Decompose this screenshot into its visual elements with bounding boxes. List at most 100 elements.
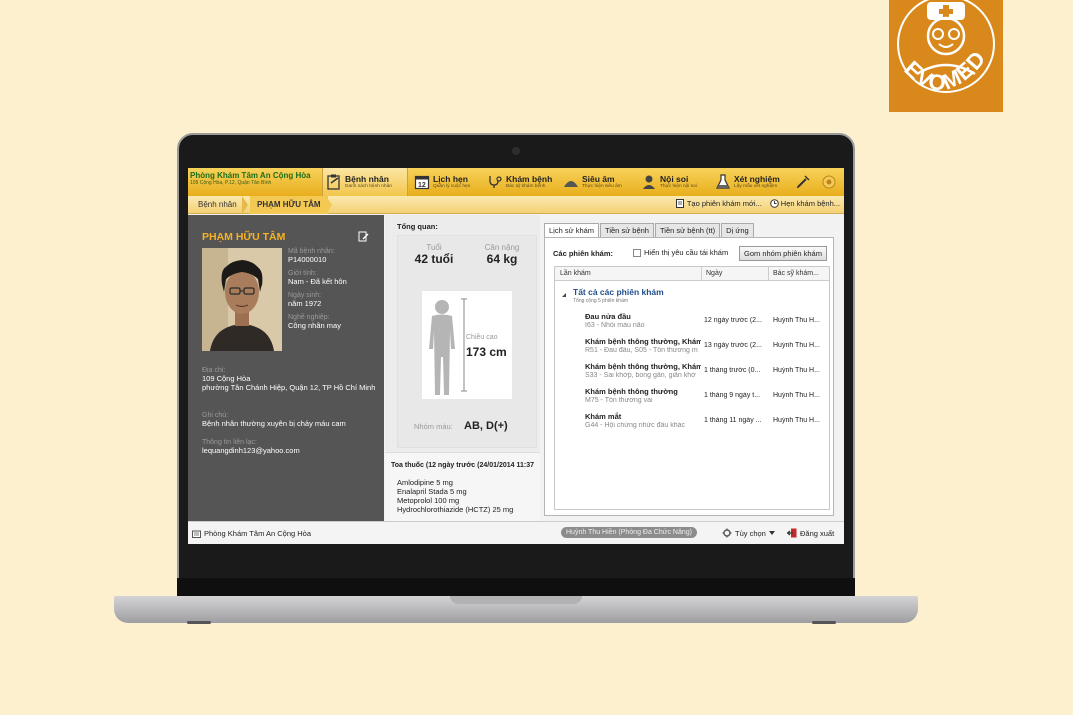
visit-title: Khám bệnh thông thường bbox=[585, 387, 678, 396]
logout-button[interactable]: Đăng xuất bbox=[787, 528, 834, 538]
grid-header: Lần khám Ngày Bác sỹ khám... bbox=[555, 267, 829, 281]
table-row[interactable]: Đau nửa đầu I63 - Nhồi máu não 12 ngày t… bbox=[555, 312, 829, 336]
new-session-button[interactable]: Tạo phiên khám mới... bbox=[675, 199, 762, 208]
tab-medical-history-cont[interactable]: Tiền sử bệnh (tt) bbox=[654, 223, 721, 238]
nav-appointments[interactable]: 12 Lịch hẹn Quản lý cuộc hẹn bbox=[411, 168, 481, 196]
group-subtitle: Tổng cộng 5 phiên khám bbox=[573, 298, 629, 304]
edit-icon[interactable] bbox=[358, 231, 369, 244]
laptop-notch bbox=[450, 596, 582, 604]
svg-text:12: 12 bbox=[418, 182, 426, 189]
new-session-label: Tạo phiên khám mới... bbox=[686, 199, 762, 208]
nav-endoscopy[interactable]: Nội soi Thực hiện nội soi bbox=[638, 168, 708, 196]
patient-contact[interactable]: lequangdinh123@yahoo.com bbox=[202, 446, 378, 455]
nav-sublabel: Danh sách bệnh nhân bbox=[345, 184, 392, 189]
group-title[interactable]: Tất cả các phiên khám bbox=[573, 287, 664, 297]
clinic-icon bbox=[192, 530, 201, 538]
visit-title: Khám bệnh thông thường, Khám bbox=[585, 337, 701, 346]
breadcrumb-current[interactable]: PHẠM HỮU TÂM bbox=[250, 196, 328, 214]
nav-label: Khám bệnh bbox=[506, 174, 553, 184]
table-row[interactable]: Khám mắt G44 - Hội chứng nhức đầu khác 1… bbox=[555, 412, 829, 436]
current-user-badge[interactable]: Huỳnh Thu Hiền (Phòng Đa Chức Năng) bbox=[561, 527, 697, 538]
visit-title: Khám mắt bbox=[585, 412, 622, 421]
history-tabs: Lịch sử khám Tiền sử bệnh Tiền sử bệnh (… bbox=[544, 223, 754, 238]
nav-label: Nội soi bbox=[660, 174, 689, 184]
patient-address-block: Địa chỉ: 109 Cộng Hòa phường Tân Chánh H… bbox=[202, 367, 378, 398]
table-row[interactable]: Khám bệnh thông thường, Khám R51 - Đau đ… bbox=[555, 337, 829, 361]
blood-value: AB, D(+) bbox=[464, 420, 508, 432]
blood-label: Nhóm máu: bbox=[414, 422, 453, 431]
table-row[interactable]: Khám bệnh thông thường, Khám S33 - Sai k… bbox=[555, 362, 829, 386]
prescription-item: Amlodipine 5 mg bbox=[397, 478, 453, 487]
laptop-foot bbox=[187, 621, 211, 624]
tab-exam-history[interactable]: Lịch sử khám bbox=[544, 223, 600, 238]
patient-panel: PHẠM HỮU TÂM Mã bệnh nhân: P14000010 Giớ… bbox=[188, 215, 384, 521]
tab-medical-history[interactable]: Tiền sử bệnh bbox=[600, 223, 654, 238]
col-visit[interactable]: Lần khám bbox=[560, 270, 591, 277]
checkbox-box[interactable] bbox=[633, 248, 641, 257]
human-silhouette-icon bbox=[429, 298, 467, 395]
calendar-icon: 12 bbox=[414, 174, 430, 190]
col-doctor[interactable]: Bác sỹ khám... bbox=[773, 270, 819, 277]
checkbox-label: Hiển thị yêu cầu tái khám bbox=[644, 248, 729, 257]
gear-icon bbox=[722, 528, 732, 538]
laptop-foot bbox=[812, 621, 836, 624]
patient-name: PHẠM HỮU TÂM bbox=[202, 231, 286, 243]
nav-examination[interactable]: Khám bệnh Bác sỹ khám bệnh bbox=[484, 168, 556, 196]
nav-label: Xét nghiệm bbox=[734, 174, 780, 184]
doctor-icon bbox=[641, 174, 657, 190]
visit-date: 1 tháng 11 ngày ... bbox=[704, 417, 762, 424]
patient-basic-info: Mã bệnh nhân: P14000010 Giới tính: Nam -… bbox=[288, 248, 380, 336]
note-label: Ghi chú: bbox=[202, 412, 229, 419]
svg-text:EVOMED: EVOMED bbox=[900, 45, 991, 95]
appointment-button[interactable]: Hẹn khám bệnh... bbox=[769, 199, 840, 208]
nav-extra-tool[interactable] bbox=[818, 168, 840, 196]
patient-note: Bệnh nhân thường xuyên bị chảy máu cam bbox=[202, 419, 346, 428]
flask-icon bbox=[715, 174, 731, 190]
prescription-item: Metoprolol 100 mg bbox=[397, 496, 460, 505]
collapse-arrow-icon[interactable] bbox=[561, 291, 567, 300]
address-line2: phường Tân Chánh Hiệp, Quận 12, TP Hồ Ch… bbox=[202, 383, 376, 392]
nav-label: Lịch hẹn bbox=[433, 174, 468, 184]
logout-icon bbox=[787, 528, 797, 538]
status-clinic: Phòng Khám Tâm An Cộng Hòa bbox=[192, 529, 311, 538]
nav-patients[interactable]: Bệnh nhân Danh sách bệnh nhân bbox=[322, 168, 408, 196]
breadcrumb: Bệnh nhân PHẠM HỮU TÂM Tạo phiên khám mớ… bbox=[188, 196, 844, 214]
show-revisit-checkbox[interactable]: Hiển thị yêu cầu tái khám bbox=[633, 248, 728, 257]
age-label: Tuổi bbox=[426, 243, 442, 252]
nav-sublabel: Bác sỹ khám bệnh bbox=[506, 184, 546, 189]
visit-date: 1 tháng trước (0... bbox=[704, 367, 761, 374]
visit-doctor: Huỳnh Thu H... bbox=[773, 317, 820, 324]
gender-label: Giới tính: bbox=[288, 270, 317, 277]
patient-dob: năm 1972 bbox=[288, 299, 322, 308]
breadcrumb-root[interactable]: Bệnh nhân bbox=[198, 200, 237, 209]
nav-ultrasound[interactable]: Siêu âm Thực hiện siêu âm bbox=[560, 168, 630, 196]
weight-value: 64 kg bbox=[486, 252, 518, 266]
col-date[interactable]: Ngày bbox=[706, 270, 722, 277]
breadcrumb-separator bbox=[242, 196, 248, 214]
sessions-label: Các phiên khám: bbox=[553, 249, 614, 258]
history-content: Các phiên khám: Hiển thị yêu cầu tái khá… bbox=[544, 237, 834, 516]
weight-label: Cân nặng bbox=[484, 243, 520, 252]
patient-job: Công nhân may bbox=[288, 321, 341, 330]
visit-title: Đau nửa đầu bbox=[585, 312, 631, 321]
table-row[interactable]: Khám bệnh thông thường M75 - Tổn thương … bbox=[555, 387, 829, 411]
breadcrumb-arrow bbox=[326, 196, 332, 214]
visit-date: 12 ngày trước (2... bbox=[704, 317, 762, 324]
ultrasound-icon bbox=[563, 174, 579, 190]
nav-label: Bệnh nhân bbox=[345, 174, 389, 184]
tab-allergies[interactable]: Dị ứng bbox=[721, 223, 754, 238]
clinic-name: Phòng Khám Tâm An Cộng Hòa bbox=[190, 171, 311, 180]
group-sessions-button[interactable]: Gom nhóm phiên khám bbox=[739, 246, 827, 261]
visit-doctor: Huỳnh Thu H... bbox=[773, 367, 820, 374]
visit-diagnosis: M75 - Tổn thương vai bbox=[585, 397, 653, 404]
nav-more-tool[interactable] bbox=[792, 168, 814, 196]
dob-label: Ngày sinh: bbox=[288, 292, 322, 299]
overview-panel: Tổng quan: Tuổi 42 tuổi Cân nặng 64 kg C… bbox=[385, 215, 540, 521]
nav-lab-tests[interactable]: Xét nghiệm Lấy mẫu xét nghiệm bbox=[712, 168, 788, 196]
history-panel: Lịch sử khám Tiền sử bệnh Tiền sử bệnh (… bbox=[544, 220, 834, 516]
patient-id: P14000010 bbox=[288, 255, 327, 264]
options-label: Tùy chọn bbox=[735, 528, 766, 538]
vitals-card: Tuổi 42 tuổi Cân nặng 64 kg Chiều cao 17… bbox=[397, 235, 537, 448]
options-menu[interactable]: Tùy chọn bbox=[722, 528, 775, 538]
new-document-icon bbox=[675, 199, 684, 208]
